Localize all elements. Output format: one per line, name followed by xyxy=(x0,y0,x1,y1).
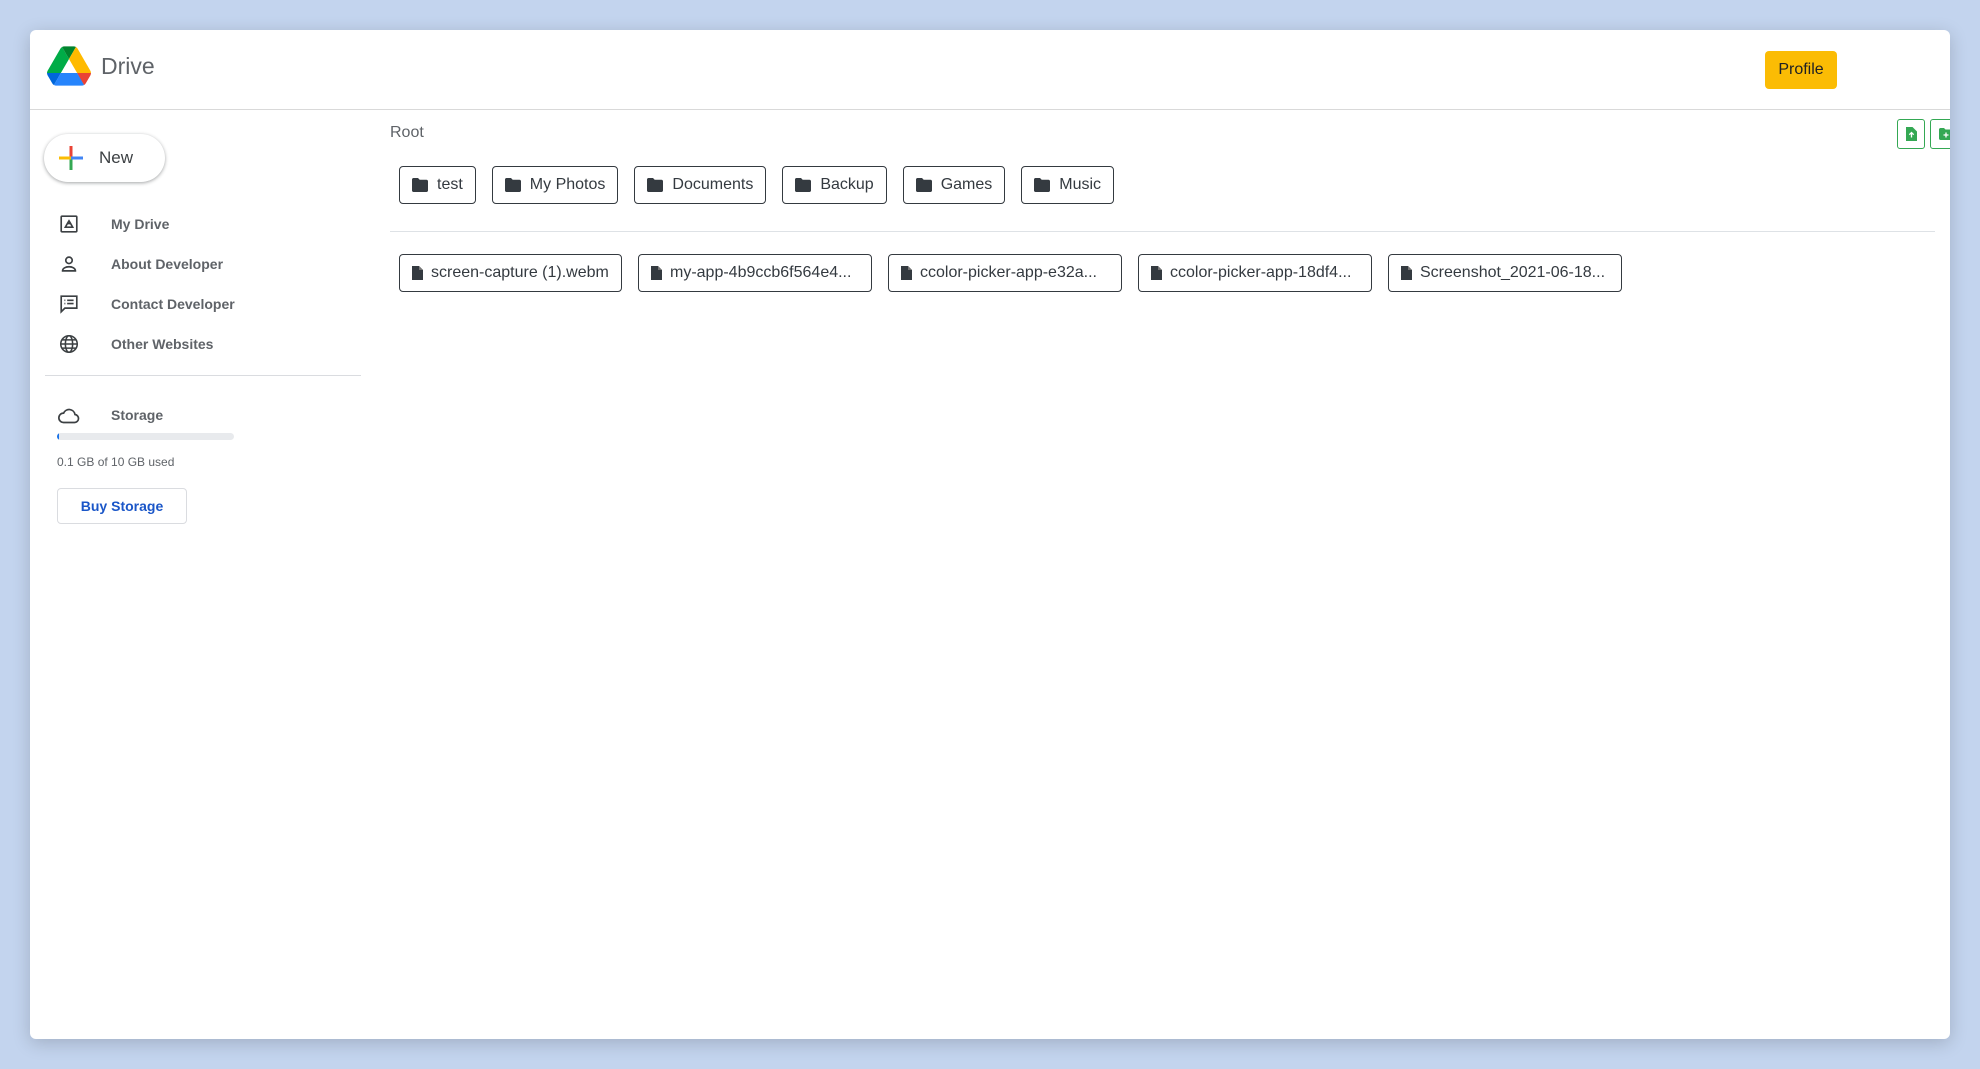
folder-name: Documents xyxy=(672,176,754,193)
file-item[interactable]: Screenshot_2021-06-18... xyxy=(1388,254,1622,292)
folder-name: Music xyxy=(1059,176,1102,193)
top-bar: Drive Profile xyxy=(30,30,1950,110)
file-icon xyxy=(901,266,912,280)
folder-name: My Photos xyxy=(529,176,606,193)
folder-name: test xyxy=(437,176,463,193)
profile-button[interactable]: Profile xyxy=(1765,51,1837,89)
breadcrumb[interactable]: Root xyxy=(390,124,424,142)
storage-progress-bar xyxy=(57,433,234,440)
upload-file-button[interactable] xyxy=(1897,119,1925,149)
folder-name: Games xyxy=(940,176,993,193)
folder-list: test My Photos Documents Backup Games Mu… xyxy=(399,166,1130,204)
folder-plus-icon xyxy=(1939,128,1950,140)
sidebar-item-other-websites[interactable]: Other Websites xyxy=(30,324,370,364)
new-button-label: New xyxy=(99,148,134,167)
feedback-icon xyxy=(60,295,78,314)
file-icon xyxy=(651,266,662,280)
file-item[interactable]: my-app-4b9ccb6f564e4... xyxy=(638,254,872,292)
cloud-icon xyxy=(58,408,80,424)
file-name: ccolor-picker-app-18df4... xyxy=(1170,264,1352,281)
file-icon xyxy=(1151,266,1162,280)
sidebar-item-label: Contact Developer xyxy=(111,296,235,312)
folder-item[interactable]: Music xyxy=(1021,166,1115,204)
sidebar-item-about-developer[interactable]: About Developer xyxy=(30,244,370,284)
drive-icon xyxy=(60,215,78,233)
file-icon xyxy=(1401,266,1412,280)
file-item[interactable]: ccolor-picker-app-18df4... xyxy=(1138,254,1372,292)
file-name: screen-capture (1).webm xyxy=(431,264,609,281)
brand[interactable]: Drive xyxy=(47,46,155,86)
new-button[interactable]: New xyxy=(44,134,165,182)
app-window: Drive Profile New My Drive About Develop… xyxy=(30,30,1950,1039)
file-name: ccolor-picker-app-e32a... xyxy=(920,264,1097,281)
folder-icon xyxy=(1034,178,1051,192)
file-name: Screenshot_2021-06-18... xyxy=(1420,264,1606,281)
file-upload-icon xyxy=(1906,127,1917,141)
sidebar-nav: My Drive About Developer Contact Develop… xyxy=(30,204,370,364)
folder-item[interactable]: My Photos xyxy=(491,166,619,204)
plus-icon xyxy=(59,146,83,170)
sidebar-item-storage[interactable]: Storage xyxy=(30,400,370,430)
folder-item[interactable]: test xyxy=(399,166,476,204)
create-folder-button[interactable] xyxy=(1930,119,1950,149)
drive-logo-icon xyxy=(47,46,91,86)
storage-progress-fill xyxy=(57,433,59,440)
main-content: Root test My Photos Documents Backup Gam… xyxy=(390,110,1950,1039)
globe-icon xyxy=(59,334,79,354)
folder-icon xyxy=(915,178,932,192)
file-list: screen-capture (1).webm my-app-4b9ccb6f5… xyxy=(399,254,1638,292)
folder-icon xyxy=(504,178,521,192)
sidebar-item-label: Other Websites xyxy=(111,336,214,352)
storage-usage-text: 0.1 GB of 10 GB used xyxy=(57,455,175,469)
folder-item[interactable]: Backup xyxy=(782,166,887,204)
file-name: my-app-4b9ccb6f564e4... xyxy=(670,264,852,281)
folder-icon xyxy=(412,178,428,192)
sidebar-item-label: My Drive xyxy=(111,216,170,232)
storage-label: Storage xyxy=(111,407,164,423)
sidebar-item-contact-developer[interactable]: Contact Developer xyxy=(30,284,370,324)
sidebar-divider xyxy=(45,375,361,376)
sidebar-item-label: About Developer xyxy=(111,256,224,272)
app-name: Drive xyxy=(101,52,155,79)
sidebar: New My Drive About Developer Contact Dev… xyxy=(30,110,370,1039)
folder-item[interactable]: Documents xyxy=(634,166,767,204)
sidebar-item-my-drive[interactable]: My Drive xyxy=(30,204,370,244)
folder-item[interactable]: Games xyxy=(902,166,1006,204)
folder-icon xyxy=(647,178,664,192)
file-item[interactable]: ccolor-picker-app-e32a... xyxy=(888,254,1122,292)
file-icon xyxy=(412,266,423,280)
section-divider xyxy=(390,231,1935,232)
buy-storage-button[interactable]: Buy Storage xyxy=(57,488,187,524)
folder-name: Backup xyxy=(820,176,874,193)
person-icon xyxy=(61,256,77,272)
file-item[interactable]: screen-capture (1).webm xyxy=(399,254,622,292)
folder-icon xyxy=(795,178,812,192)
